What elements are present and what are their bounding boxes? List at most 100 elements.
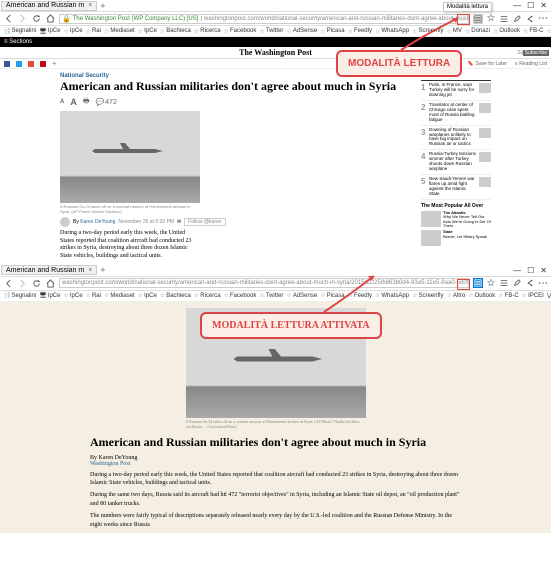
wp-logo[interactable]: The Washington Post bbox=[239, 48, 312, 57]
bookmark-item[interactable]: ☆AdSense bbox=[286, 292, 317, 299]
bookmarks-overflow[interactable]: ⋁ bbox=[547, 292, 551, 299]
browser-tab[interactable]: American and Russian m × bbox=[1, 1, 97, 11]
new-tab-button[interactable]: + bbox=[100, 1, 105, 11]
article-headline: American and Russian militaries don't ag… bbox=[90, 435, 461, 451]
bookmark-item[interactable]: ☆Ricerca bbox=[194, 292, 221, 299]
bookmark-item[interactable]: ☆Rai bbox=[86, 292, 101, 299]
bookmark-item[interactable]: ☆Facebook bbox=[224, 292, 257, 299]
favorite-button[interactable]: ☆ bbox=[486, 14, 496, 24]
bookmark-item[interactable]: ☆IPCEI bbox=[522, 292, 544, 299]
refresh-button[interactable] bbox=[31, 14, 41, 24]
bookmark-item[interactable]: ☆Mediaset bbox=[104, 292, 135, 299]
bookmark-item[interactable]: ☆Mediaset bbox=[104, 28, 135, 35]
bookmark-item[interactable]: ☆Screenfly bbox=[412, 292, 443, 299]
forward-button[interactable] bbox=[17, 278, 27, 288]
facebook-icon[interactable] bbox=[4, 61, 10, 67]
maximize-icon[interactable]: ☐ bbox=[527, 266, 534, 275]
bookmark-item[interactable]: ☆IPCEI bbox=[546, 28, 551, 35]
bookmark-item[interactable]: 📑Segnalini bbox=[3, 28, 36, 35]
minimize-icon[interactable]: — bbox=[513, 1, 521, 10]
print-icon[interactable]: 🖶 bbox=[83, 97, 90, 108]
home-button[interactable] bbox=[45, 278, 55, 288]
back-button[interactable] bbox=[3, 278, 13, 288]
new-tab-button[interactable]: + bbox=[100, 265, 105, 275]
more-button[interactable]: ⋯ bbox=[538, 14, 548, 24]
bookmark-item[interactable]: ☆Feedly bbox=[348, 28, 372, 35]
browser-tab[interactable]: American and Russian m × bbox=[1, 265, 97, 275]
close-icon[interactable]: ✕ bbox=[540, 1, 547, 10]
reader-mode-button-active[interactable] bbox=[473, 278, 483, 288]
maximize-icon[interactable]: ☐ bbox=[527, 1, 534, 10]
author-link[interactable]: Karen DeYoung bbox=[80, 219, 115, 225]
close-tab-icon[interactable]: × bbox=[88, 2, 92, 9]
bookmark-item[interactable]: ☆IpCe bbox=[63, 28, 82, 35]
favorite-button[interactable]: ☆ bbox=[486, 278, 496, 288]
hub-button[interactable] bbox=[499, 278, 509, 288]
bookmark-item[interactable]: 📑Segnalini bbox=[3, 292, 36, 299]
refresh-button[interactable] bbox=[31, 278, 41, 288]
most-read-item[interactable]: 1Putin, in France, says Turkey will be s… bbox=[421, 81, 491, 101]
article-paragraph: The numbers were fairly typical of descr… bbox=[90, 512, 461, 529]
most-read-item[interactable]: 4Russia-Turkey tensions simmer after Tur… bbox=[421, 150, 491, 175]
bookmark-item[interactable]: ☆Bachieca bbox=[160, 292, 191, 299]
forward-button[interactable] bbox=[17, 14, 27, 24]
bookmark-item[interactable]: ☆Picasa bbox=[320, 28, 344, 35]
close-icon[interactable]: ✕ bbox=[540, 266, 547, 275]
bookmark-item[interactable]: ☆Bachieca bbox=[160, 28, 191, 35]
google-icon[interactable] bbox=[28, 61, 34, 67]
hub-button[interactable] bbox=[499, 14, 509, 24]
nav-toolbar: 🔒 The Washington Post (WP Company LLC) [… bbox=[0, 12, 551, 26]
bookmark-item[interactable]: ☆IpCe bbox=[138, 28, 157, 35]
annotation-callout-2: MODALITÀ LETTURA ATTIVATA bbox=[200, 312, 382, 339]
font-large[interactable]: A bbox=[70, 97, 77, 107]
subscribe-button[interactable]: Subscribe bbox=[523, 50, 549, 56]
share-button[interactable] bbox=[525, 278, 535, 288]
font-small[interactable]: A bbox=[60, 99, 64, 105]
comments-link[interactable]: 💬 472 bbox=[95, 98, 116, 106]
note-button[interactable] bbox=[512, 14, 522, 24]
bookmark-item[interactable]: ☆FB-C bbox=[523, 28, 543, 35]
bookmark-item[interactable]: ☆Outlook bbox=[493, 28, 520, 35]
twitter-icon[interactable] bbox=[16, 61, 22, 67]
author-avatar bbox=[60, 217, 70, 227]
article-paragraph: During a two-day period early this week,… bbox=[90, 471, 461, 488]
bookmark-item[interactable]: ☆Donazi bbox=[465, 28, 490, 35]
minimize-icon[interactable]: — bbox=[513, 266, 521, 275]
bookmark-item[interactable]: ☆Ricerca bbox=[194, 28, 221, 35]
address-bar[interactable]: washingtonpost.com/world/national-securi… bbox=[59, 278, 469, 288]
sections-menu[interactable]: ≡ Sections bbox=[4, 39, 32, 45]
bookmark-item[interactable]: 🖥IpCe bbox=[39, 28, 60, 35]
more-share-icon[interactable]: + bbox=[52, 59, 57, 68]
more-button[interactable]: ⋯ bbox=[538, 278, 548, 288]
bookmark-item[interactable]: ☆Twitter bbox=[259, 292, 283, 299]
close-tab-icon[interactable]: × bbox=[88, 267, 92, 274]
home-button[interactable] bbox=[45, 14, 55, 24]
note-button[interactable] bbox=[512, 278, 522, 288]
follow-button[interactable]: Follow @karen bbox=[184, 218, 225, 226]
bookmark-item[interactable]: ☆Rai bbox=[86, 28, 101, 35]
reading-list-button[interactable]: ≡ Reading List bbox=[515, 61, 547, 67]
bookmark-item[interactable]: ☆Outlook bbox=[468, 292, 495, 299]
bookmark-item[interactable]: 🖥IpCe bbox=[39, 292, 60, 299]
popular-item[interactable]: SlateBernie, Let Hillary Speak bbox=[421, 230, 491, 246]
bookmark-item[interactable]: ☆FB-C bbox=[498, 292, 518, 299]
bookmark-item[interactable]: ☆WhatsApp bbox=[375, 292, 409, 299]
bookmark-item[interactable]: ☆Altro bbox=[446, 292, 465, 299]
email-icon[interactable]: ✉ bbox=[177, 219, 181, 225]
source-link[interactable]: Washington Post bbox=[90, 461, 461, 467]
save-later-button[interactable]: 🔖 Save for Later bbox=[468, 61, 507, 67]
bookmark-item[interactable]: ☆IpCe bbox=[138, 292, 157, 299]
reader-mode-button[interactable] bbox=[473, 14, 483, 24]
share-button[interactable] bbox=[525, 14, 535, 24]
most-read-item[interactable]: 5New Saudi-Yemen war flares up amid figh… bbox=[421, 175, 491, 200]
most-read-item[interactable]: 3Downing of Russian warplanes unlikely t… bbox=[421, 126, 491, 151]
bookmark-item[interactable]: ☆AdSense bbox=[286, 28, 317, 35]
titlebar: American and Russian m × + Modalità lett… bbox=[0, 0, 551, 12]
bookmark-item[interactable]: ☆IpCe bbox=[63, 292, 82, 299]
pinterest-icon[interactable] bbox=[40, 61, 46, 67]
back-button[interactable] bbox=[3, 14, 13, 24]
bookmark-item[interactable]: ☆Facebook bbox=[224, 28, 257, 35]
popular-item[interactable]: The AtlanticWhy We Never Tell Our Kids W… bbox=[421, 211, 491, 229]
most-read-item[interactable]: 2Translator at center of Chicago case sp… bbox=[421, 101, 491, 126]
bookmark-item[interactable]: ☆Twitter bbox=[259, 28, 283, 35]
